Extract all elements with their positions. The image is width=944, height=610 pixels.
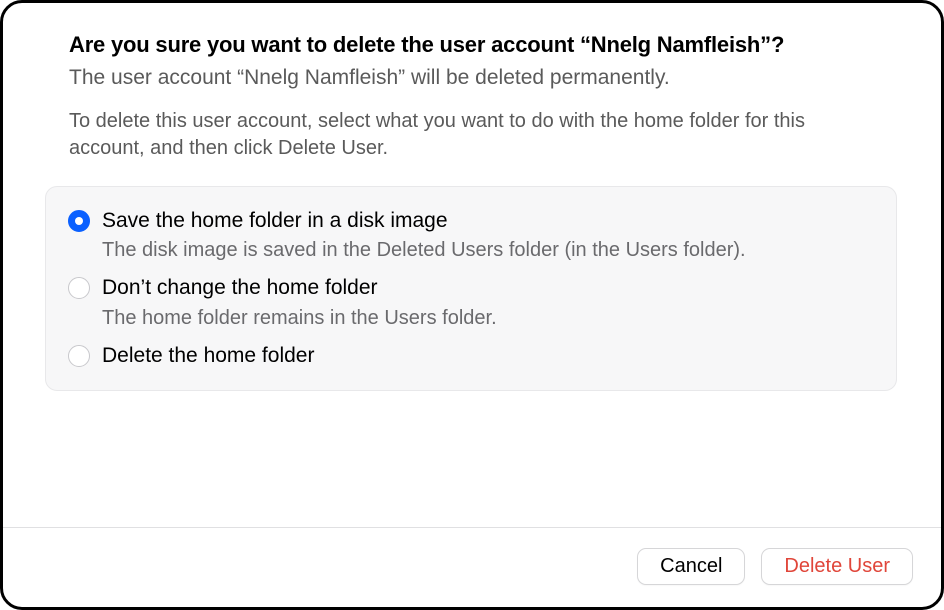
- option-desc-save-disk-image: The disk image is saved in the Deleted U…: [102, 237, 874, 264]
- option-save-disk-image: Save the home folder in a disk image The…: [68, 207, 874, 264]
- radio-delete-folder[interactable]: [68, 345, 90, 367]
- option-dont-change: Don’t change the home folder The home fo…: [68, 274, 874, 331]
- option-label-dont-change[interactable]: Don’t change the home folder: [102, 274, 874, 302]
- delete-user-dialog: Are you sure you want to delete the user…: [0, 0, 944, 610]
- delete-user-button[interactable]: Delete User: [761, 548, 913, 585]
- dialog-footer: Cancel Delete User: [3, 527, 941, 607]
- radio-dont-change[interactable]: [68, 277, 90, 299]
- cancel-button[interactable]: Cancel: [637, 548, 745, 585]
- dialog-title: Are you sure you want to delete the user…: [69, 31, 905, 60]
- options-panel: Save the home folder in a disk image The…: [45, 186, 897, 391]
- radio-save-disk-image[interactable]: [68, 210, 90, 232]
- option-label-save-disk-image[interactable]: Save the home folder in a disk image: [102, 207, 874, 235]
- option-label-delete-folder[interactable]: Delete the home folder: [102, 342, 874, 370]
- dialog-instruction: To delete this user account, select what…: [69, 108, 905, 162]
- option-text: Save the home folder in a disk image The…: [102, 207, 874, 264]
- dialog-content: Are you sure you want to delete the user…: [3, 3, 941, 527]
- option-delete-folder: Delete the home folder: [68, 342, 874, 370]
- option-text: Delete the home folder: [102, 342, 874, 370]
- option-text: Don’t change the home folder The home fo…: [102, 274, 874, 331]
- dialog-subtitle: The user account “Nnelg Namfleish” will …: [69, 64, 905, 92]
- option-desc-dont-change: The home folder remains in the Users fol…: [102, 305, 874, 332]
